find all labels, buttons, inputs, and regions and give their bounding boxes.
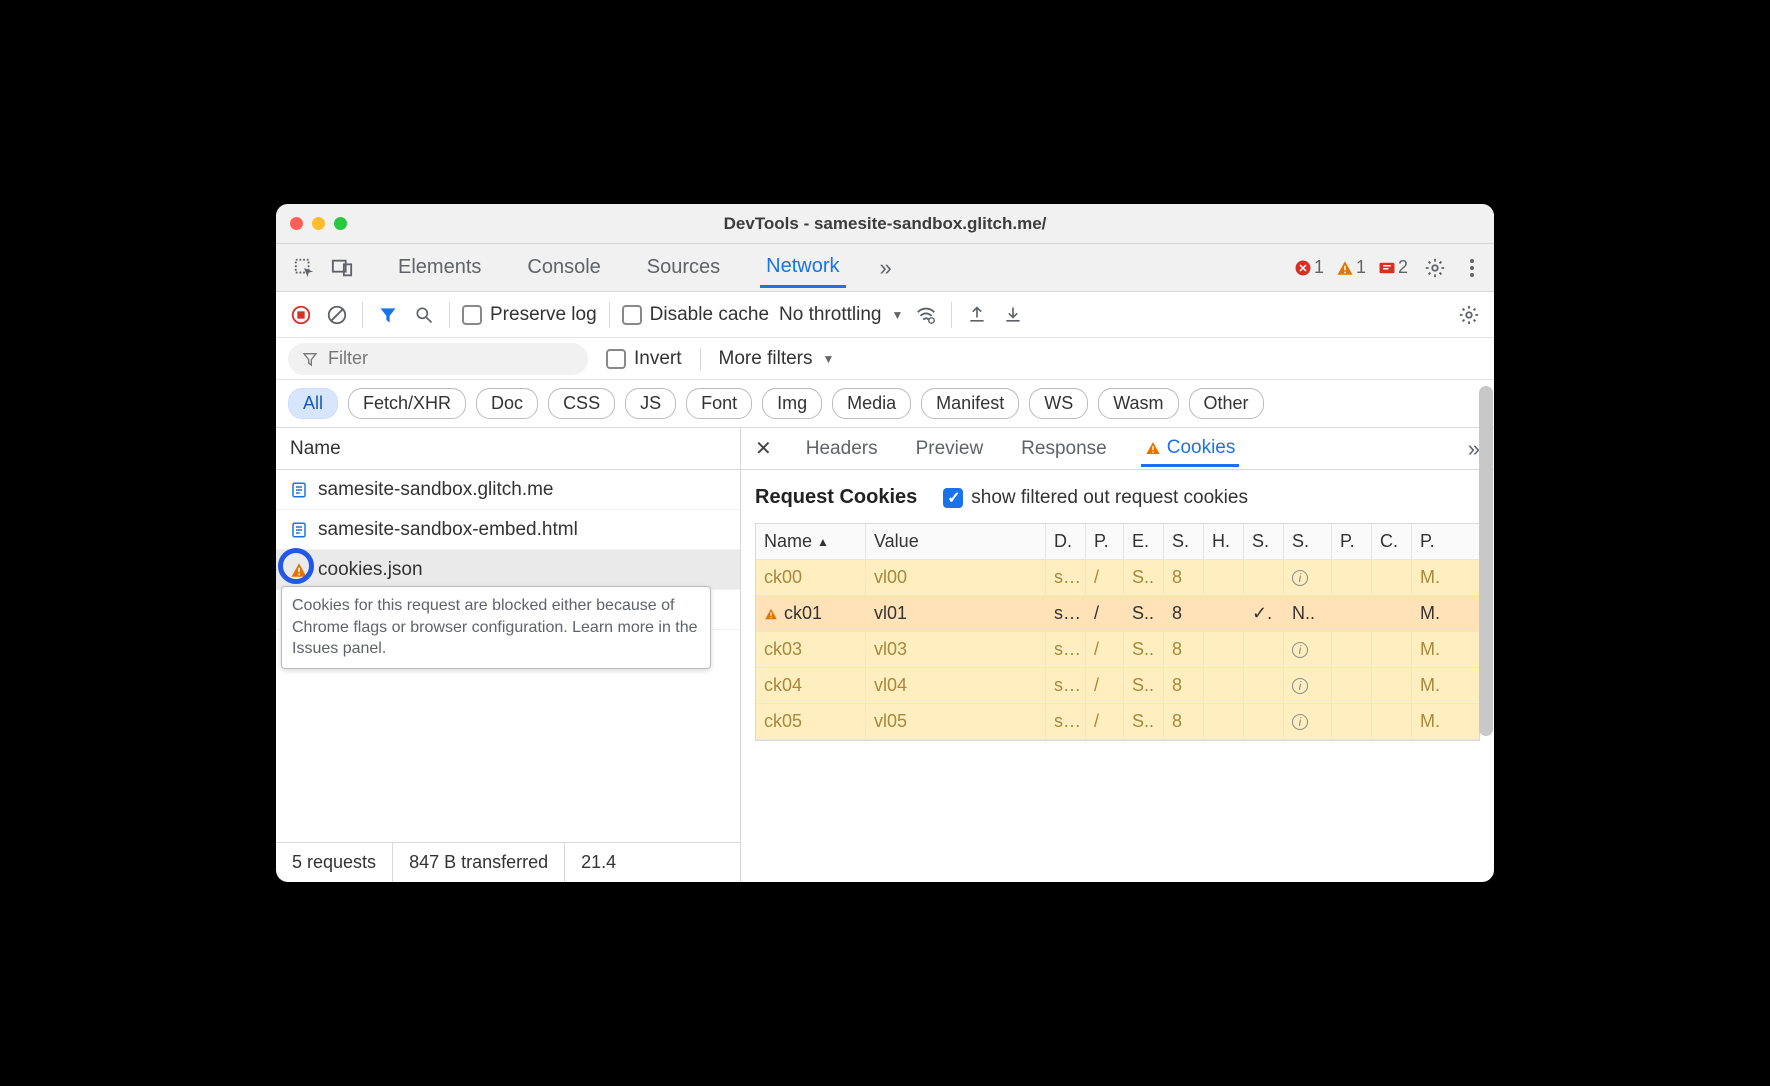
info-icon: i: [1292, 678, 1308, 694]
requests-pane: Name samesite-sandbox.glitch.me samesite…: [276, 428, 741, 882]
request-row[interactable]: samesite-sandbox-embed.html: [276, 510, 740, 550]
highlight-ring-annotation: [278, 548, 314, 584]
minimize-window-button[interactable]: [312, 217, 325, 230]
request-row[interactable]: samesite-sandbox.glitch.me: [276, 470, 740, 510]
chevron-down-icon: ▼: [823, 352, 835, 366]
clear-button[interactable]: [324, 304, 350, 326]
network-settings-gear-icon[interactable]: [1456, 304, 1482, 326]
chip-css[interactable]: CSS: [548, 388, 615, 419]
cookies-table-header[interactable]: Name ▲ Value D. P. E. S. H. S. S. P. C. …: [756, 524, 1479, 560]
chip-ws[interactable]: WS: [1029, 388, 1088, 419]
search-icon[interactable]: [411, 305, 437, 325]
status-bar: 5 requests 847 B transferred 21.4: [276, 842, 740, 882]
main-tabs: Elements Console Sources Network »: [392, 247, 892, 288]
document-icon: [290, 521, 308, 539]
errors-badge[interactable]: 1: [1294, 257, 1324, 278]
more-filters-dropdown[interactable]: More filters▼: [719, 348, 835, 370]
cookie-row[interactable]: ck00vl00s…/S..8iM.: [756, 560, 1479, 596]
filter-funnel-icon[interactable]: [375, 305, 401, 325]
filter-input[interactable]: Filter: [288, 343, 588, 375]
chip-media[interactable]: Media: [832, 388, 911, 419]
chip-manifest[interactable]: Manifest: [921, 388, 1019, 419]
traffic-lights: [290, 217, 347, 230]
more-tabs-icon[interactable]: »: [880, 255, 892, 281]
messages-badge[interactable]: 2: [1378, 257, 1408, 278]
tab-headers[interactable]: Headers: [802, 432, 882, 466]
cookie-row[interactable]: ck05vl05s…/S..8iM.: [756, 704, 1479, 740]
network-conditions-icon[interactable]: [913, 304, 939, 326]
close-detail-icon[interactable]: ✕: [755, 436, 772, 461]
status-transferred: 847 B transferred: [393, 843, 565, 882]
status-time: 21.4: [565, 843, 632, 882]
tab-response[interactable]: Response: [1017, 432, 1111, 466]
throttling-dropdown[interactable]: No throttling▼: [779, 304, 903, 326]
sort-asc-icon: ▲: [817, 535, 829, 549]
status-requests: 5 requests: [276, 843, 393, 882]
tab-cookies[interactable]: Cookies: [1141, 431, 1240, 467]
devtools-window: DevTools - samesite-sandbox.glitch.me/ E…: [276, 204, 1494, 882]
device-toggle-icon[interactable]: [326, 257, 358, 279]
chip-fetch-xhr[interactable]: Fetch/XHR: [348, 388, 466, 419]
settings-gear-icon[interactable]: [1420, 257, 1450, 279]
upload-har-icon[interactable]: [964, 305, 990, 325]
chip-doc[interactable]: Doc: [476, 388, 538, 419]
network-toolbar: Preserve log Disable cache No throttling…: [276, 292, 1494, 338]
chip-font[interactable]: Font: [686, 388, 752, 419]
window-title: DevTools - samesite-sandbox.glitch.me/: [276, 214, 1494, 234]
tab-console[interactable]: Console: [521, 248, 606, 287]
resource-type-chips: All Fetch/XHR Doc CSS JS Font Img Media …: [276, 380, 1494, 428]
inspect-icon[interactable]: [288, 257, 320, 279]
preserve-log-checkbox[interactable]: Preserve log: [462, 304, 597, 326]
cookie-row[interactable]: ck03vl03s…/S..8iM.: [756, 632, 1479, 668]
funnel-icon: [302, 351, 318, 367]
info-icon: i: [1292, 570, 1308, 586]
tab-elements[interactable]: Elements: [392, 248, 487, 287]
tab-network[interactable]: Network: [760, 247, 845, 288]
request-row-selected[interactable]: cookies.json: [276, 550, 740, 590]
filter-row: Filter Invert More filters▼: [276, 338, 1494, 380]
chip-all[interactable]: All: [288, 388, 338, 419]
tab-preview[interactable]: Preview: [912, 432, 988, 466]
chevron-down-icon: ▼: [891, 308, 903, 322]
chip-other[interactable]: Other: [1189, 388, 1264, 419]
record-button[interactable]: [288, 304, 314, 326]
kebab-menu-icon[interactable]: [1462, 258, 1482, 278]
info-icon: i: [1292, 714, 1308, 730]
cookie-row[interactable]: ck04vl04s…/S..8iM.: [756, 668, 1479, 704]
scrollbar-thumb[interactable]: [1479, 386, 1493, 736]
chip-js[interactable]: JS: [625, 388, 676, 419]
cookies-blocked-tooltip: Cookies for this request are blocked eit…: [281, 586, 711, 669]
cookies-table: Name ▲ Value D. P. E. S. H. S. S. P. C. …: [755, 523, 1480, 741]
titlebar: DevTools - samesite-sandbox.glitch.me/: [276, 204, 1494, 244]
zoom-window-button[interactable]: [334, 217, 347, 230]
detail-tabs: ✕ Headers Preview Response Cookies »: [741, 428, 1494, 470]
invert-checkbox[interactable]: Invert: [606, 348, 682, 370]
document-icon: [290, 481, 308, 499]
chip-wasm[interactable]: Wasm: [1098, 388, 1178, 419]
warnings-badge[interactable]: 1: [1336, 257, 1366, 278]
cookie-row[interactable]: ck01vl01s…/S..8✓.N..M.: [756, 596, 1479, 632]
disable-cache-checkbox[interactable]: Disable cache: [622, 304, 769, 326]
download-har-icon[interactable]: [1000, 305, 1026, 325]
name-column-header[interactable]: Name: [276, 428, 740, 470]
show-filtered-cookies-checkbox[interactable]: show filtered out request cookies: [943, 487, 1248, 509]
detail-pane: ✕ Headers Preview Response Cookies » Req…: [741, 428, 1494, 882]
warning-triangle-icon: [1145, 440, 1161, 456]
chip-img[interactable]: Img: [762, 388, 822, 419]
main-tabs-row: Elements Console Sources Network » 1 1 2: [276, 244, 1494, 292]
info-icon: i: [1292, 642, 1308, 658]
request-cookies-title: Request Cookies: [755, 486, 917, 509]
tab-sources[interactable]: Sources: [641, 248, 726, 287]
close-window-button[interactable]: [290, 217, 303, 230]
